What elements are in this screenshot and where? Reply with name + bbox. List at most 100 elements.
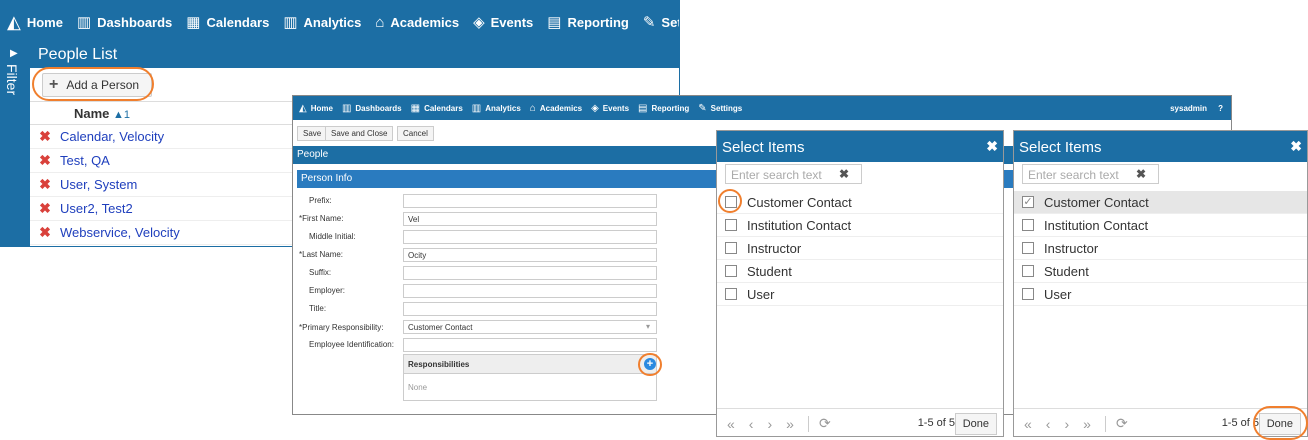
cancel-button[interactable]: Cancel <box>397 126 434 141</box>
page-title: People List <box>30 42 680 68</box>
bar-chart-icon: ▥ <box>283 14 298 31</box>
filter-sidebar[interactable]: ▶ Filter <box>0 42 30 247</box>
person-link[interactable]: Webservice, Velocity <box>60 225 180 240</box>
field-label: Middle Initial: <box>309 232 356 241</box>
nav-academics[interactable]: ⌂ Academics <box>530 103 582 114</box>
highlight-circle <box>718 189 742 213</box>
checkbox[interactable] <box>1022 219 1034 231</box>
list-item[interactable]: User <box>1014 283 1307 306</box>
list-item[interactable]: Instructor <box>1014 237 1307 260</box>
checkbox[interactable] <box>1022 265 1034 277</box>
checkbox[interactable] <box>1022 288 1034 300</box>
list-item[interactable]: Institution Contact <box>1014 214 1307 237</box>
employee-id-field[interactable] <box>403 338 657 352</box>
highlight-circle <box>32 67 154 101</box>
clear-search-icon[interactable]: ✖ <box>839 167 849 181</box>
calendar-icon: ▦ <box>186 14 201 31</box>
close-icon[interactable]: ✖ <box>986 138 998 155</box>
delete-icon[interactable]: ✖ <box>30 200 60 217</box>
field-label: Title: <box>309 304 327 313</box>
highlight-circle <box>638 353 662 376</box>
suffix-field[interactable] <box>403 266 657 280</box>
responsibilities-empty: None <box>403 374 657 401</box>
clear-search-icon[interactable]: ✖ <box>1136 167 1146 181</box>
first-page-icon[interactable]: « <box>1024 416 1032 432</box>
last-name-field[interactable]: Ocity <box>403 248 657 262</box>
delete-icon[interactable]: ✖ <box>30 176 60 193</box>
save-button[interactable]: Save <box>297 126 328 141</box>
person-link[interactable]: Test, QA <box>60 153 110 168</box>
divider <box>807 415 809 432</box>
list-item[interactable]: Institution Contact <box>717 214 1003 237</box>
last-page-icon[interactable]: » <box>786 416 794 432</box>
checkbox[interactable] <box>725 219 737 231</box>
nav-reporting[interactable]: ▤ Reporting <box>547 13 629 31</box>
dialog-title: Select Items <box>717 131 1003 162</box>
last-page-icon[interactable]: » <box>1083 416 1091 432</box>
prefix-field[interactable] <box>403 194 657 208</box>
nav-dashboards[interactable]: ▥ Dashboards <box>77 13 172 31</box>
search-input[interactable]: Enter search text ✖ <box>1022 164 1159 184</box>
refresh-icon[interactable]: ⟳ <box>1116 415 1128 432</box>
next-page-icon[interactable]: › <box>1064 416 1069 432</box>
delete-icon[interactable]: ✖ <box>30 128 60 145</box>
list-item[interactable]: Customer Contact <box>717 191 1003 214</box>
help-icon[interactable]: ? <box>1218 104 1223 113</box>
sort-ascending-icon: ▲1 <box>113 109 131 121</box>
field-label: Employer: <box>309 286 346 295</box>
list-item[interactable]: User <box>717 283 1003 306</box>
nav-academics[interactable]: ⌂ Academics <box>375 14 459 31</box>
nav-events[interactable]: ◈ Events <box>473 13 533 31</box>
chevron-down-icon: ▾ <box>645 322 650 331</box>
field-label: *Primary Responsibility: <box>299 323 384 332</box>
top-nav: ◭ Home ▥ Dashboards ▦ Calendars ▥ Analytics … <box>293 96 1231 120</box>
primary-responsibility-select[interactable]: Customer Contact ▾ <box>403 320 657 334</box>
search-input[interactable]: Enter search text ✖ <box>725 164 862 184</box>
title-field[interactable] <box>403 302 657 316</box>
list-item[interactable]: Student <box>1014 260 1307 283</box>
nav-home[interactable]: ◭ Home <box>299 103 333 114</box>
nav-reporting[interactable]: ▤ Reporting <box>638 103 689 114</box>
person-link[interactable]: Calendar, Velocity <box>60 129 164 144</box>
middle-initial-field[interactable] <box>403 230 657 244</box>
expand-arrow-icon[interactable]: ▶ <box>10 48 18 59</box>
checkbox[interactable] <box>725 265 737 277</box>
nav-home[interactable]: ◭ Home <box>7 12 63 33</box>
first-name-field[interactable]: Vel <box>403 212 657 226</box>
checkbox[interactable] <box>725 242 737 254</box>
checkbox[interactable] <box>1022 242 1034 254</box>
nav-analytics[interactable]: ▥ Analytics <box>283 13 361 31</box>
nav-settings[interactable]: ✎Settings <box>643 13 679 31</box>
nav-events[interactable]: ◈ Events <box>591 103 629 114</box>
document-icon: ▤ <box>638 102 648 114</box>
prev-page-icon[interactable]: ‹ <box>1046 416 1051 432</box>
delete-icon[interactable]: ✖ <box>30 224 60 241</box>
next-page-icon[interactable]: › <box>767 416 772 432</box>
list-item[interactable]: Instructor <box>717 237 1003 260</box>
responsibilities-header: Responsibilities <box>403 354 657 374</box>
first-page-icon[interactable]: « <box>727 416 735 432</box>
nav-calendars[interactable]: ▦ Calendars <box>186 13 269 31</box>
person-link[interactable]: User, System <box>60 177 137 192</box>
close-icon[interactable]: ✖ <box>1290 138 1302 155</box>
employer-field[interactable] <box>403 284 657 298</box>
prev-page-icon[interactable]: ‹ <box>749 416 754 432</box>
refresh-icon[interactable]: ⟳ <box>819 415 831 432</box>
nav-calendars[interactable]: ▦ Calendars <box>411 103 463 114</box>
calendar-icon: ▦ <box>410 102 421 114</box>
person-link[interactable]: User2, Test2 <box>60 201 133 216</box>
done-button[interactable]: Done <box>954 413 997 435</box>
checkbox-checked[interactable]: ✓ <box>1022 196 1034 208</box>
user-menu[interactable]: sysadmin <box>1170 104 1207 113</box>
divider <box>1104 415 1106 432</box>
save-and-close-button[interactable]: Save and Close <box>325 126 394 141</box>
nav-settings[interactable]: ✎Settings <box>698 103 742 114</box>
nav-analytics[interactable]: ▥ Analytics <box>472 103 521 114</box>
wrench-icon: ✎ <box>698 102 707 114</box>
delete-icon[interactable]: ✖ <box>30 152 60 169</box>
checkbox[interactable] <box>725 288 737 300</box>
list-item[interactable]: ✓ Customer Contact <box>1014 191 1307 214</box>
nav-dashboards[interactable]: ▥ Dashboards <box>342 103 402 114</box>
bar-chart-icon: ▥ <box>471 102 482 114</box>
list-item[interactable]: Student <box>717 260 1003 283</box>
